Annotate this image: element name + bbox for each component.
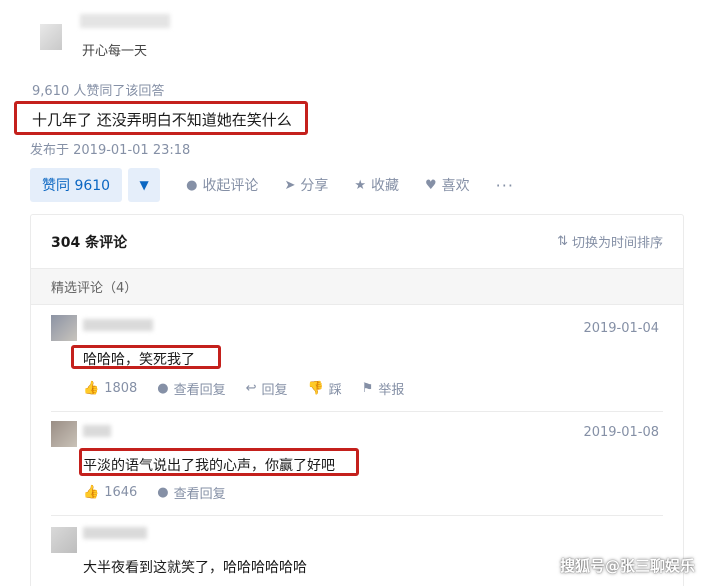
upvote-label: 赞同 9610 (42, 178, 111, 194)
dislike-button[interactable]: 👎 踩 (308, 379, 342, 398)
publish-time: 发布于 2019-01-01 23:18 (30, 143, 191, 158)
report-label: 举报 (378, 383, 405, 398)
collect-label: 收藏 (371, 178, 399, 194)
more-options-button[interactable]: ··· (496, 176, 514, 195)
comment-highlight-box (79, 448, 359, 476)
collapse-comments-button[interactable]: ● 收起评论 (186, 175, 258, 195)
reply-arrow-icon: ↩ (245, 381, 257, 396)
downvote-button[interactable]: ▼ (128, 168, 161, 202)
comment-like-button[interactable]: 👍 1646 (83, 485, 137, 500)
chat-bubble-icon: ● (157, 485, 169, 500)
source-watermark: 搜狐号@张三聊娱乐 (559, 557, 695, 575)
chat-bubble-icon: ● (157, 381, 169, 396)
view-replies-button[interactable]: ● 查看回复 (157, 379, 225, 398)
reply-button[interactable]: ↩ 回复 (246, 379, 288, 398)
share-label: 分享 (300, 178, 329, 194)
comment-actions: 👍 1808 ● 查看回复 ↩ 回复 👎 踩 ⚑ 举报 (83, 379, 424, 398)
comment-author-redacted[interactable] (83, 527, 147, 539)
sort-toggle-label: 切换为时间排序 (571, 236, 663, 251)
view-replies-label: 查看回复 (173, 383, 226, 398)
comment-author-redacted[interactable] (83, 425, 111, 437)
comment-like-count: 1808 (104, 381, 138, 396)
thumbs-down-icon: 👎 (307, 381, 324, 396)
comment-avatar[interactable] (51, 527, 77, 553)
comment-highlight-box (71, 345, 221, 369)
thumbs-up-icon: 👍 (83, 381, 100, 396)
comment-divider (51, 411, 663, 412)
comment-avatar[interactable] (51, 315, 77, 341)
comment-divider (51, 515, 663, 516)
dislike-label: 踩 (328, 383, 342, 398)
reply-label: 回复 (261, 383, 288, 398)
report-button[interactable]: ⚑ 举报 (362, 379, 405, 398)
comments-count-title: 304 条评论 (51, 234, 128, 251)
comment-date: 2019-01-08 (583, 425, 659, 440)
comment-like-count: 1646 (104, 485, 138, 500)
comments-panel: 304 条评论 ⇅ 切换为时间排序 精选评论（4） 2019-01-04 哈哈哈… (30, 214, 684, 586)
answer-action-bar: 赞同 9610 ▼ ● 收起评论 ➤ 分享 ★ 收藏 ♥ 喜欢 ··· (30, 168, 514, 202)
author-avatar[interactable] (40, 24, 62, 50)
sort-arrows-icon: ⇅ (557, 234, 568, 249)
author-headline: 开心每一天 (82, 44, 148, 59)
collect-button[interactable]: ★ 收藏 (354, 175, 399, 195)
comment-actions: 👍 1646 ● 查看回复 (83, 483, 246, 502)
vote-summary: 9,610 人赞同了该回答 (32, 84, 165, 99)
upvote-button[interactable]: 赞同 9610 (30, 168, 123, 202)
comment-bubble-icon: ● (186, 177, 198, 193)
answer-highlight-box (14, 101, 308, 135)
comment-date: 2019-01-04 (583, 321, 659, 336)
comment-text: 大半夜看到这就笑了，哈哈哈哈哈哈 (83, 560, 307, 576)
author-name-redacted[interactable] (80, 14, 170, 28)
share-button[interactable]: ➤ 分享 (284, 175, 328, 195)
paper-plane-icon: ➤ (284, 177, 296, 193)
heart-icon: ♥ (425, 177, 437, 193)
view-replies-label: 查看回复 (173, 487, 226, 502)
downvote-arrow-icon: ▼ (139, 178, 149, 192)
comment-avatar[interactable] (51, 421, 77, 447)
collapse-comments-label: 收起评论 (202, 178, 259, 194)
thumbs-up-icon: 👍 (83, 485, 100, 500)
comments-header: 304 条评论 ⇅ 切换为时间排序 (31, 215, 683, 269)
featured-comments-label: 精选评论（4） (31, 269, 683, 305)
comment-author-redacted[interactable] (83, 319, 153, 331)
flag-icon: ⚑ (361, 381, 374, 396)
sort-toggle-button[interactable]: ⇅ 切换为时间排序 (557, 232, 663, 251)
view-replies-button[interactable]: ● 查看回复 (157, 483, 225, 502)
comment-like-button[interactable]: 👍 1808 (83, 381, 137, 396)
like-label: 喜欢 (441, 178, 470, 194)
like-button[interactable]: ♥ 喜欢 (425, 175, 470, 195)
star-icon: ★ (354, 177, 366, 193)
